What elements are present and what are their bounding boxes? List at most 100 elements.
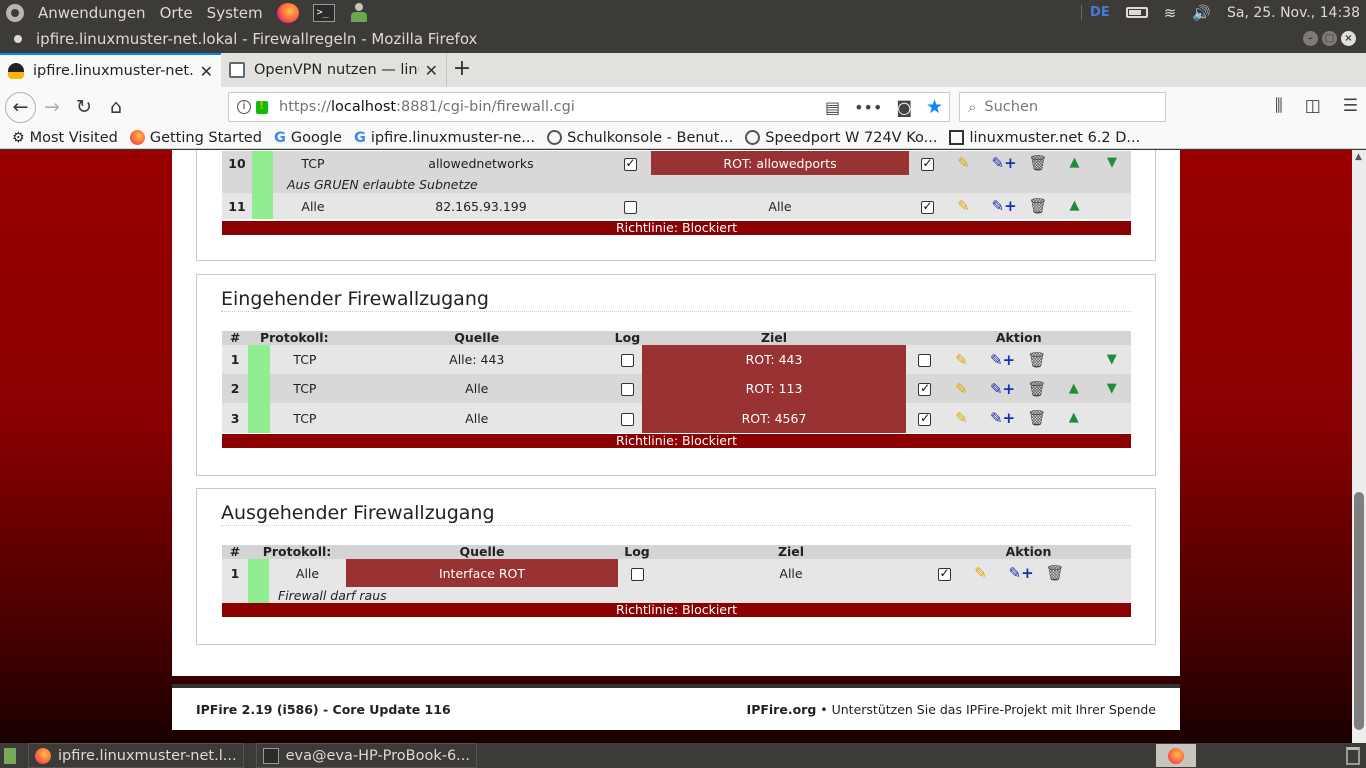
show-desktop-icon[interactable] — [4, 747, 16, 764]
trash-icon[interactable] — [1346, 746, 1360, 765]
rule-protocol: TCP — [269, 345, 341, 374]
copy-rule-icon[interactable]: ✎+ — [1009, 564, 1034, 582]
log-checkbox[interactable] — [630, 567, 644, 581]
active-checkbox[interactable] — [920, 156, 934, 171]
edit-pencil-icon[interactable]: ✎ — [972, 564, 990, 582]
home-button[interactable]: ⌂ — [100, 91, 132, 123]
ipfire-org-link[interactable]: IPFire.org — [747, 702, 817, 717]
menu-places[interactable]: Orte — [160, 4, 193, 22]
back-button[interactable]: ← — [5, 91, 36, 123]
ubuntu-logo-icon[interactable] — [6, 3, 24, 22]
insecure-lock-icon[interactable] — [256, 99, 268, 114]
tab-ipfire[interactable]: ipfire.linuxmuster-net.lokal - Firewallr… — [0, 53, 221, 87]
menu-system[interactable]: System — [207, 4, 263, 22]
zone-marker — [248, 374, 270, 403]
active-checkbox[interactable] — [918, 381, 932, 396]
edit-pencil-icon[interactable]: ✎ — [953, 351, 971, 369]
volume-icon[interactable]: 🔊 — [1192, 4, 1211, 22]
edit-pencil-icon[interactable]: ✎ — [955, 154, 973, 172]
user-launcher-icon[interactable] — [349, 2, 369, 24]
hamburger-menu-icon[interactable]: ☰ — [1343, 96, 1358, 116]
task-terminal[interactable]: eva@eva-HP-ProBook-6... — [255, 743, 478, 768]
move-up-icon[interactable]: ▲ — [1065, 380, 1083, 398]
copy-rule-icon[interactable]: ✎+ — [992, 154, 1017, 172]
bookmark-getting-started[interactable]: Getting Started — [129, 130, 262, 146]
move-down-icon[interactable]: ▼ — [1103, 154, 1121, 172]
move-up-icon[interactable]: ▲ — [1066, 154, 1084, 172]
library-icon[interactable]: ⫼ — [1275, 96, 1283, 116]
delete-trash-icon[interactable]: 🗑 — [1027, 351, 1046, 369]
copy-rule-icon[interactable]: ✎+ — [990, 380, 1015, 398]
task-firefox[interactable]: ipfire.linuxmuster-net.l... — [28, 743, 244, 768]
copy-rule-icon[interactable]: ✎+ — [992, 197, 1017, 215]
active-checkbox[interactable] — [918, 411, 932, 426]
rule-protocol: TCP — [273, 151, 353, 175]
bookmark-ipfire[interactable]: Gipfire.linuxmuster-ne... — [354, 130, 535, 147]
log-checkbox[interactable] — [620, 383, 634, 396]
delete-trash-icon[interactable]: 🗑 — [1029, 154, 1048, 172]
column-header: Ziel — [641, 331, 907, 345]
keyboard-layout-indicator[interactable]: DE — [1081, 5, 1110, 20]
menu-applications[interactable]: Anwendungen — [38, 4, 146, 22]
policy-bar: Richtlinie: Blockiert — [222, 603, 1131, 617]
vertical-scrollbar[interactable]: ▲ — [1352, 150, 1366, 743]
site-info-icon[interactable]: i — [237, 100, 251, 114]
column-header: Ziel — [656, 545, 926, 559]
log-checkbox[interactable] — [620, 354, 634, 367]
log-checkbox[interactable] — [623, 200, 637, 214]
move-up-icon[interactable]: ▲ — [1066, 197, 1084, 215]
maximize-button[interactable]: □ — [1322, 31, 1337, 46]
battery-icon[interactable] — [1125, 7, 1148, 18]
minimize-button[interactable]: – — [1303, 31, 1318, 46]
copy-rule-icon[interactable]: ✎+ — [990, 351, 1015, 369]
tab-title: OpenVPN nutzen — linuxmuster.net — [254, 62, 419, 78]
reload-button[interactable]: ↻ — [68, 91, 100, 123]
log-checkbox[interactable] — [620, 412, 634, 426]
move-down-icon[interactable]: ▼ — [1103, 351, 1121, 369]
log-checkbox[interactable] — [623, 156, 637, 171]
page-actions-icon[interactable]: ••• — [854, 98, 882, 117]
new-tab-button[interactable]: + — [447, 53, 477, 87]
move-up-icon[interactable]: ▲ — [1065, 409, 1083, 427]
sidebar-icon[interactable]: ◫ — [1305, 96, 1321, 116]
donate-text[interactable]: • Unterstützen Sie das IPFire-Projekt mi… — [816, 702, 1156, 717]
close-tab-icon[interactable]: ✕ — [425, 61, 438, 80]
edit-pencil-icon[interactable]: ✎ — [955, 197, 973, 215]
rule-target: ROT: 113 — [641, 374, 907, 403]
wifi-icon[interactable]: ≋ — [1164, 4, 1177, 22]
forward-button[interactable]: → — [36, 91, 68, 123]
reader-view-icon[interactable]: ▤ — [825, 98, 840, 117]
delete-trash-icon[interactable]: 🗑 — [1027, 380, 1046, 398]
edit-pencil-icon[interactable]: ✎ — [953, 409, 971, 427]
window-menu-icon[interactable] — [14, 35, 22, 43]
url-text[interactable]: https://localhost:8881/cgi-bin/firewall.… — [279, 99, 575, 115]
edit-pencil-icon[interactable]: ✎ — [953, 380, 971, 398]
close-tab-icon[interactable]: ✕ — [200, 62, 213, 81]
bookmark-schulkonsole[interactable]: Schulkonsole - Benut... — [547, 130, 733, 146]
search-input[interactable]: ⌕ Suchen — [959, 92, 1166, 122]
terminal-launcher-icon[interactable]: >_ — [312, 3, 335, 22]
scrollbar-thumb[interactable] — [1354, 492, 1364, 730]
bookmark-speedport[interactable]: Speedport W 724V Ko... — [745, 130, 937, 146]
delete-trash-icon[interactable]: 🗑 — [1029, 197, 1048, 215]
bookmark-most-visited[interactable]: ⚙ Most Visited — [12, 130, 118, 147]
bookmark-star-icon[interactable]: ★ — [926, 96, 943, 118]
pocket-icon[interactable]: ◙ — [896, 98, 912, 117]
active-checkbox[interactable] — [918, 354, 932, 367]
delete-trash-icon[interactable]: 🗑 — [1027, 409, 1046, 427]
url-bar[interactable]: i https://localhost:8881/cgi-bin/firewal… — [228, 92, 950, 122]
clock[interactable]: Sa, 25. Nov., 14:38 — [1227, 5, 1360, 21]
tab-openvpn[interactable]: OpenVPN nutzen — linuxmuster.net ✕ — [221, 53, 447, 87]
active-checkbox[interactable] — [937, 566, 951, 581]
scroll-up-icon[interactable]: ▲ — [1355, 152, 1362, 162]
close-window-button[interactable]: × — [1341, 31, 1356, 46]
bookmark-google[interactable]: G Google — [274, 130, 342, 147]
bookmark-linuxmuster[interactable]: linuxmuster.net 6.2 D... — [949, 130, 1140, 146]
firefox-launcher-icon[interactable] — [276, 2, 299, 23]
move-down-icon[interactable]: ▼ — [1103, 380, 1121, 398]
terminal-icon — [262, 747, 279, 764]
workspace-switcher[interactable] — [1156, 744, 1196, 767]
active-checkbox[interactable] — [920, 199, 934, 214]
copy-rule-icon[interactable]: ✎+ — [990, 409, 1015, 427]
delete-trash-icon[interactable]: 🗑 — [1046, 564, 1065, 582]
